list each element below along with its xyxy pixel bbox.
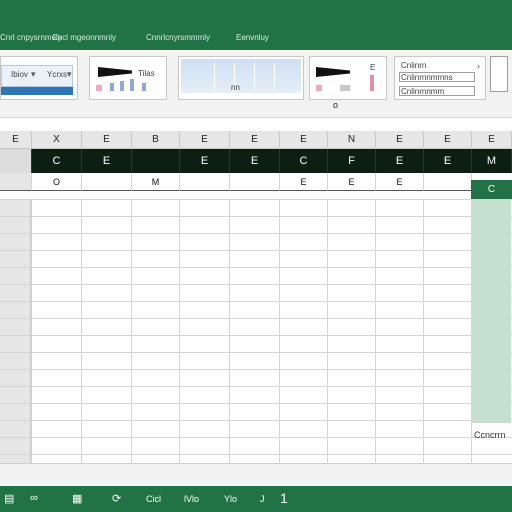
cell[interactable]: M xyxy=(132,173,180,191)
ribbon-group-charts[interactable]: Tilas xyxy=(89,56,167,100)
cell[interactable]: E xyxy=(328,173,376,191)
style-swatch[interactable] xyxy=(239,63,255,89)
column-header[interactable]: E xyxy=(280,131,328,149)
styles-label: nn xyxy=(231,83,240,92)
title-item-4[interactable]: Eenvnluy xyxy=(236,33,269,42)
side-label: Ccncrrn xyxy=(474,430,506,440)
chart-shape-icon xyxy=(98,67,132,77)
column-header[interactable]: E xyxy=(424,131,472,149)
chart-bar-icon xyxy=(120,81,124,91)
cell[interactable]: E xyxy=(82,149,132,173)
title-item-2[interactable]: Cncl mgeonnmnly xyxy=(52,33,116,42)
cell[interactable]: E xyxy=(424,149,472,173)
cell-gridlines xyxy=(0,199,512,463)
cell[interactable]: E xyxy=(376,149,424,173)
selected-column[interactable] xyxy=(471,199,511,423)
selected-bar xyxy=(1,87,73,95)
ribbon-group-styles[interactable]: nn xyxy=(178,56,304,100)
cell[interactable] xyxy=(82,173,132,191)
title-bar: Cnrl cnpysrnmely Cncl mgeonnmnly Cnnrlcn… xyxy=(0,0,512,50)
column-header[interactable]: E xyxy=(376,131,424,149)
cell[interactable]: O xyxy=(32,173,82,191)
cell[interactable]: E xyxy=(376,173,424,191)
cell[interactable]: C xyxy=(32,149,82,173)
column-header[interactable]: X xyxy=(32,131,82,149)
row-header[interactable] xyxy=(0,173,32,191)
font-size-label: Ycrxs xyxy=(47,70,67,79)
cell[interactable] xyxy=(132,149,180,173)
column-header[interactable]: E xyxy=(82,131,132,149)
sync-icon[interactable]: ⟳ xyxy=(112,492,121,505)
ribbon: Ibiov ▾ Ycrxs ▾ Tilas nn E Cnlinrn Cnlin… xyxy=(0,50,512,118)
editing-line-3: Cnlinrnnmm xyxy=(401,87,445,96)
column-header[interactable]: E xyxy=(472,131,512,149)
chevron-right-icon[interactable]: › xyxy=(477,61,480,71)
status-item-2[interactable]: lVlo xyxy=(184,494,199,504)
insert-label: E xyxy=(370,63,376,72)
chevron-down-icon[interactable]: ▾ xyxy=(67,69,72,80)
column-header[interactable]: E xyxy=(230,131,280,149)
cell[interactable] xyxy=(424,173,472,191)
status-item-1[interactable]: Cicl xyxy=(146,494,161,504)
ribbon-group-font[interactable]: Ibiov ▾ Ycrxs ▾ xyxy=(0,56,78,100)
style-swatch[interactable] xyxy=(199,63,215,89)
cell[interactable] xyxy=(230,173,280,191)
editing-line-1: Cnlinrn xyxy=(401,61,427,70)
row-header[interactable] xyxy=(0,149,32,173)
cell[interactable]: M xyxy=(472,149,512,173)
style-swatch[interactable] xyxy=(259,63,275,89)
cell[interactable] xyxy=(180,173,230,191)
ribbon-expand-button[interactable] xyxy=(490,56,508,92)
cell[interactable]: F xyxy=(328,149,376,173)
status-bar: ▤ ∞ ▦ ⟳ Cicl lVlo Ylo J 1 xyxy=(0,486,512,512)
insert-shape-icon xyxy=(316,67,350,77)
cell[interactable]: E xyxy=(230,149,280,173)
editing-line-2: Cnlinrnnmmns xyxy=(401,73,453,82)
chart-bar-icon xyxy=(142,83,146,91)
insert-bar-icon xyxy=(316,85,322,91)
cell[interactable]: C xyxy=(280,149,328,173)
grid-icon[interactable]: ▦ xyxy=(72,492,82,505)
font-name-label: Ibiov xyxy=(11,70,28,79)
chevron-down-icon[interactable]: ▾ xyxy=(31,69,36,80)
insert-bar-icon xyxy=(340,85,350,91)
sheet-tabs-area xyxy=(0,463,512,486)
cell[interactable]: E xyxy=(280,173,328,191)
column-header[interactable]: E xyxy=(180,131,230,149)
chart-bar-icon xyxy=(110,83,114,91)
charts-label: Tilas xyxy=(138,69,155,78)
title-item-3[interactable]: Cnnrlcnyrsmmmly xyxy=(146,33,210,42)
ribbon-center-marker: o xyxy=(333,100,339,110)
active-cell[interactable]: C xyxy=(471,180,512,199)
status-item-4[interactable]: J xyxy=(260,494,265,504)
ribbon-group-insert[interactable]: E xyxy=(309,56,387,100)
cell[interactable]: E xyxy=(180,149,230,173)
ribbon-group-editing[interactable]: Cnlinrn Cnlinrnnmmns Cnlinrnnmm › xyxy=(394,56,486,100)
column-header[interactable]: B xyxy=(132,131,180,149)
status-cursor: 1 xyxy=(280,490,288,506)
insert-bar-icon xyxy=(370,75,374,91)
column-header[interactable]: E xyxy=(0,131,32,149)
status-item-3[interactable]: Ylo xyxy=(224,494,237,504)
chart-bar-icon xyxy=(130,79,134,91)
sheet-icon[interactable]: ▤ xyxy=(4,492,14,505)
glasses-icon[interactable]: ∞ xyxy=(30,492,38,504)
column-header[interactable]: N xyxy=(328,131,376,149)
chart-bar-icon xyxy=(96,85,102,91)
